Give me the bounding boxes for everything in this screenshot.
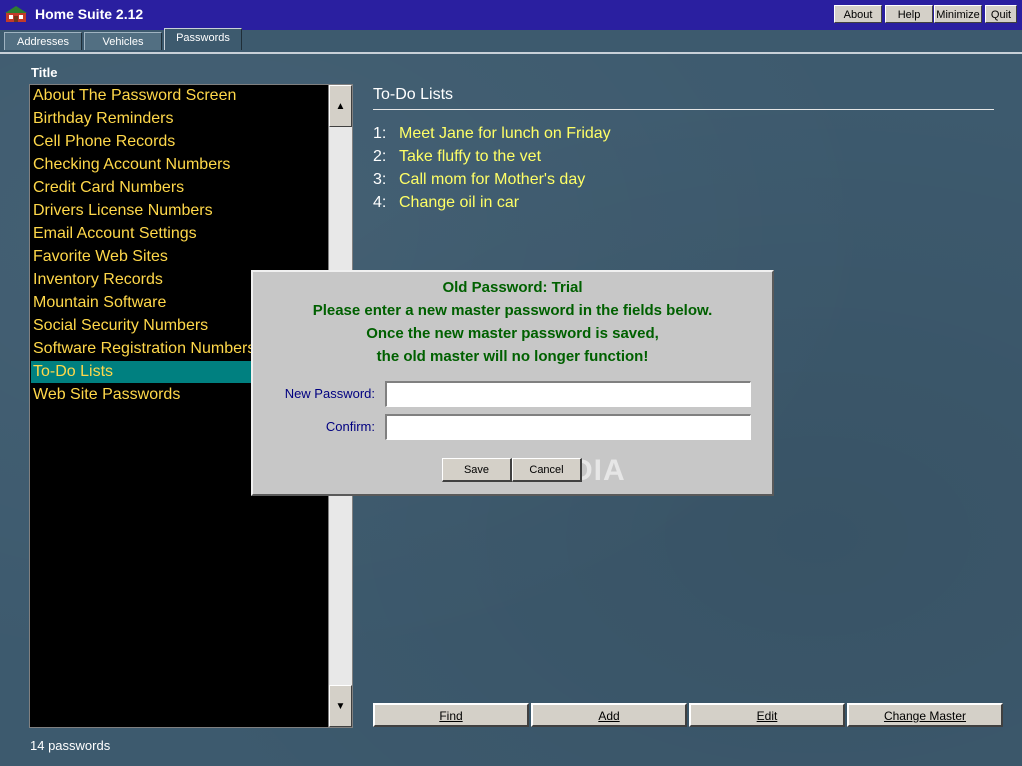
detail-title: To-Do Lists	[373, 86, 454, 103]
list-item[interactable]: Cell Phone Records	[31, 131, 253, 153]
todo-number: 1:	[373, 125, 387, 142]
list-item[interactable]: Mountain Software	[31, 292, 253, 314]
quit-button[interactable]: Quit	[985, 5, 1017, 23]
todo-text: Change oil in car	[399, 194, 520, 211]
list-header: Title	[31, 65, 58, 80]
find-button[interactable]: Find	[373, 703, 529, 727]
todo-text: Meet Jane for lunch on Friday	[399, 125, 611, 142]
list-item[interactable]: Drivers License Numbers	[31, 200, 253, 222]
list-item[interactable]: Email Account Settings	[31, 223, 253, 245]
todo-number: 4:	[373, 194, 387, 211]
old-password-line: Old Password: Trial	[442, 279, 583, 296]
app-title: Home Suite 2.12	[35, 6, 144, 22]
todo-number: 2:	[373, 148, 387, 165]
instruction-line: the old master will no longer function!	[376, 348, 649, 365]
detail-divider	[373, 109, 994, 110]
list-item[interactable]: Favorite Web Sites	[31, 246, 253, 268]
cancel-button[interactable]: Cancel	[512, 458, 582, 482]
todo-item: 4: Change oil in car	[373, 192, 519, 214]
add-button[interactable]: Add	[531, 703, 687, 727]
save-button[interactable]: Save	[442, 458, 512, 482]
title-bar: Home Suite 2.12 About Help Minimize Quit	[0, 0, 1022, 30]
confirm-label: Confirm:	[325, 419, 375, 434]
list-item[interactable]: Checking Account Numbers	[31, 154, 253, 176]
scroll-down-button[interactable]: ▼	[329, 685, 352, 727]
instruction-line: Once the new master password is saved,	[366, 325, 659, 342]
change-password-dialog: Old Password: Trial Please enter a new m…	[251, 270, 774, 496]
list-item[interactable]: Social Security Numbers	[31, 315, 253, 337]
arrow-up-icon: ▲	[335, 101, 346, 112]
record-count: 14 passwords	[30, 738, 111, 753]
tab-vehicles[interactable]: Vehicles	[84, 32, 162, 50]
instruction-line: Please enter a new master password in th…	[312, 302, 713, 319]
edit-button[interactable]: Edit	[689, 703, 845, 727]
about-button[interactable]: About	[834, 5, 882, 23]
scroll-up-button[interactable]: ▲	[329, 85, 352, 127]
list-item-selected[interactable]: To-Do Lists	[31, 361, 253, 383]
todo-text: Take fluffy to the vet	[399, 148, 542, 165]
list-item[interactable]: Birthday Reminders	[31, 108, 253, 130]
tab-addresses[interactable]: Addresses	[4, 32, 82, 50]
list-item[interactable]: Credit Card Numbers	[31, 177, 253, 199]
house-icon	[5, 6, 27, 22]
arrow-down-icon: ▼	[335, 701, 346, 712]
minimize-button[interactable]: Minimize	[934, 5, 982, 23]
todo-number: 3:	[373, 171, 387, 188]
new-password-label: New Password:	[284, 386, 375, 401]
todo-item: 1: Meet Jane for lunch on Friday	[373, 123, 611, 145]
list-item[interactable]: Inventory Records	[31, 269, 253, 291]
todo-text: Call mom for Mother's day	[399, 171, 586, 188]
list-item[interactable]: Web Site Passwords	[31, 384, 253, 406]
help-button[interactable]: Help	[885, 5, 933, 23]
list-item[interactable]: About The Password Screen	[31, 85, 253, 107]
todo-item: 3: Call mom for Mother's day	[373, 169, 585, 191]
confirm-password-input[interactable]	[385, 414, 751, 440]
new-password-input[interactable]	[385, 381, 751, 407]
tab-passwords[interactable]: Passwords	[164, 28, 242, 50]
list-item[interactable]: Software Registration Numbers	[31, 338, 253, 360]
change-master-button[interactable]: Change Master	[847, 703, 1003, 727]
todo-item: 2: Take fluffy to the vet	[373, 146, 541, 168]
